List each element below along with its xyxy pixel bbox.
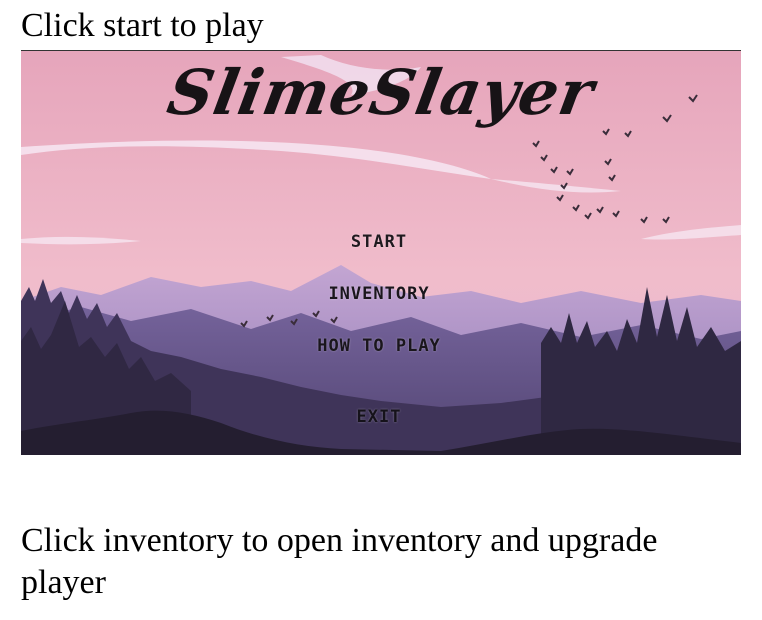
instruction-caption-start: Click start to play bbox=[21, 7, 264, 44]
game-screen[interactable]: SlimeSlayer START INVENTORY HOW TO PLAY … bbox=[21, 50, 741, 455]
instruction-caption-inventory: Click inventory to open inventory and up… bbox=[21, 522, 658, 601]
start-button[interactable]: START bbox=[21, 232, 737, 252]
exit-button[interactable]: EXIT bbox=[21, 407, 737, 427]
inventory-button[interactable]: INVENTORY bbox=[21, 284, 737, 304]
game-title-logo: SlimeSlayer bbox=[162, 56, 600, 129]
how-to-play-button[interactable]: HOW TO PLAY bbox=[21, 336, 737, 356]
